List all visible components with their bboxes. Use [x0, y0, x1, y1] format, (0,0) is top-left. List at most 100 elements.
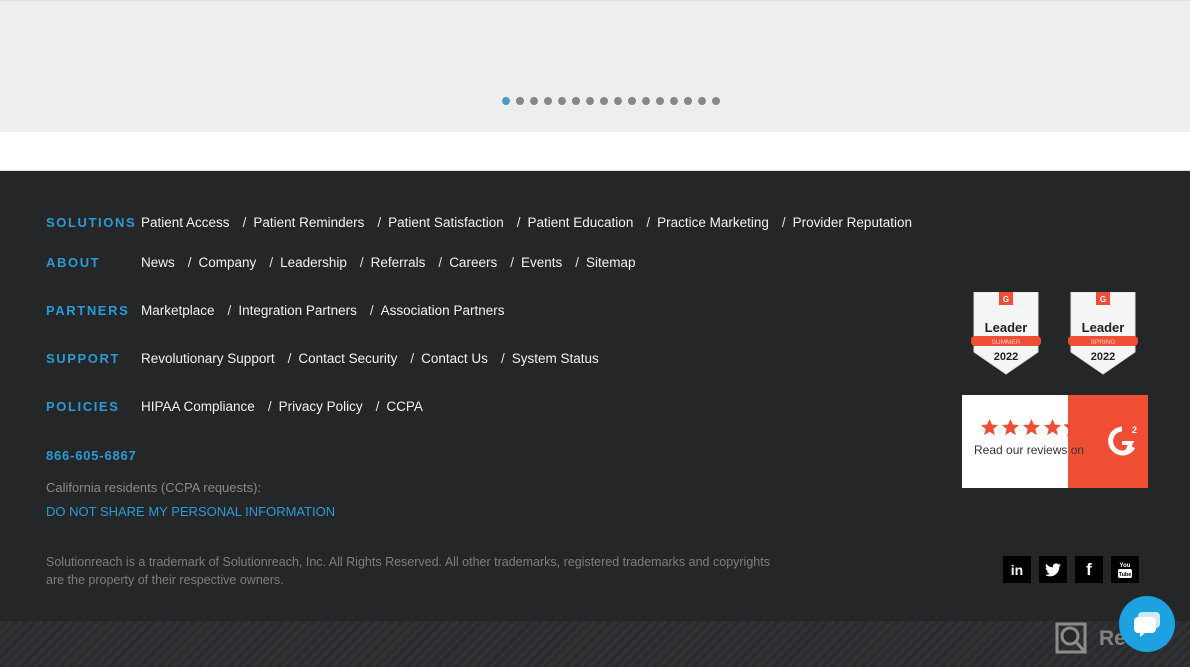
- separator: /: [369, 303, 374, 318]
- star-icon: [1001, 418, 1020, 436]
- separator: /: [242, 215, 247, 230]
- g2-logo-icon: 2: [1108, 425, 1137, 456]
- nav-links: HIPAA Compliance / Privacy Policy / CCPA: [141, 399, 423, 414]
- social-links: in f You Tube: [1003, 556, 1139, 583]
- separator: /: [500, 351, 505, 366]
- separator: /: [410, 351, 415, 366]
- phone-number[interactable]: 866-605-6867: [46, 448, 137, 463]
- legal-text: Solutionreach is a trademark of Solution…: [46, 555, 770, 587]
- badge-title: Leader: [1082, 320, 1125, 335]
- svg-text:G: G: [1100, 295, 1106, 304]
- separator: /: [287, 351, 292, 366]
- revain-logo-icon: [1055, 622, 1088, 655]
- separator: /: [646, 215, 651, 230]
- badge-season: SPRING: [1091, 339, 1116, 346]
- footer-link-events[interactable]: Events: [521, 255, 562, 270]
- nav-heading: ABOUT: [46, 255, 101, 270]
- footer-link-patient-access[interactable]: Patient Access: [141, 215, 230, 230]
- carousel-dot[interactable]: [530, 97, 538, 105]
- carousel-dot[interactable]: [642, 97, 650, 105]
- svg-text:Tube: Tube: [1119, 572, 1132, 578]
- carousel-dot[interactable]: [600, 97, 608, 105]
- linkedin-icon: in: [1010, 561, 1024, 578]
- footer-link-patient-reminders[interactable]: Patient Reminders: [253, 215, 364, 230]
- g2-badge-spring: G Leader SPRING 2022: [1068, 291, 1138, 376]
- separator: /: [438, 255, 443, 270]
- separator: /: [575, 255, 580, 270]
- nav-links: Patient Access / Patient Reminders / Patient…: [141, 215, 912, 230]
- carousel-dot[interactable]: [684, 97, 692, 105]
- svg-text:You: You: [1120, 563, 1131, 569]
- footer-link-patient-education[interactable]: Patient Education: [528, 215, 634, 230]
- carousel-dot[interactable]: [614, 97, 622, 105]
- badge-title: Leader: [985, 320, 1028, 335]
- star-icon: [1064, 418, 1083, 437]
- footer-link-referrals[interactable]: Referrals: [371, 255, 426, 270]
- separator: /: [377, 215, 382, 230]
- carousel-dot[interactable]: [572, 97, 580, 105]
- footer-link-contact-us[interactable]: Contact Us: [421, 351, 488, 366]
- nav-heading: PARTNERS: [46, 303, 130, 318]
- footer-link-patient-satisfaction[interactable]: Patient Satisfaction: [388, 215, 504, 230]
- footer-link-system-status[interactable]: System Status: [512, 351, 599, 366]
- spacer-strip: [0, 132, 1190, 171]
- carousel-dot[interactable]: [586, 97, 594, 105]
- nav-row-partners: PARTNERS Marketplace / Integration Partners…: [46, 303, 504, 318]
- footer-link-company[interactable]: Company: [199, 255, 257, 270]
- footer-link-sitemap[interactable]: Sitemap: [586, 255, 636, 270]
- badge-year: 2022: [994, 351, 1018, 363]
- badge-season: SUMMER: [992, 339, 1021, 346]
- nav-row-about: ABOUT News / Company / Leadership / Referrals / C…: [46, 255, 636, 270]
- svg-text:2: 2: [1132, 425, 1137, 435]
- nav-heading: SUPPORT: [46, 351, 121, 366]
- footer-link-leadership[interactable]: Leadership: [280, 255, 347, 270]
- star-rating: [980, 418, 1083, 437]
- separator: /: [516, 215, 521, 230]
- star-icon: [1022, 418, 1041, 436]
- youtube-icon: You Tube: [1118, 563, 1132, 578]
- carousel-dot[interactable]: [516, 97, 524, 105]
- carousel-dots: [502, 97, 720, 105]
- nav-row-support: SUPPORT Revolutionary Support / Contact Sec…: [46, 351, 599, 366]
- carousel-dot[interactable]: [558, 97, 566, 105]
- g2-reviews-banner[interactable]: Read our reviews on 2: [962, 395, 1148, 488]
- review-text: Read our reviews on: [974, 443, 1085, 457]
- chat-bubble-icon: [1134, 612, 1160, 637]
- nav-row-policies: POLICIES HIPAA Compliance / Privacy Policy /…: [46, 399, 423, 414]
- footer-link-association-partners[interactable]: Association Partners: [381, 303, 505, 318]
- linkedin-button[interactable]: in: [1003, 556, 1031, 583]
- facebook-button[interactable]: f: [1075, 556, 1103, 583]
- footer-link-hipaa-compliance[interactable]: HIPAA Compliance: [141, 399, 255, 414]
- footer-link-marketplace[interactable]: Marketplace: [141, 303, 215, 318]
- separator: /: [227, 303, 232, 318]
- separator: /: [267, 399, 272, 414]
- carousel-dot[interactable]: [712, 97, 720, 105]
- separator: /: [510, 255, 514, 270]
- carousel-dot[interactable]: [670, 97, 678, 105]
- carousel-dot[interactable]: [544, 97, 552, 105]
- footer-bottom-bar: [0, 621, 1190, 667]
- youtube-button[interactable]: You Tube: [1111, 556, 1139, 583]
- separator: /: [359, 255, 364, 270]
- footer-link-careers[interactable]: Careers: [449, 255, 497, 270]
- footer-link-ccpa[interactable]: CCPA: [386, 399, 423, 414]
- carousel-dot[interactable]: [628, 97, 636, 105]
- carousel-dot[interactable]: [698, 97, 706, 105]
- footer-link-provider-reputation[interactable]: Provider Reputation: [793, 215, 912, 230]
- footer-link-privacy-policy[interactable]: Privacy Policy: [279, 399, 363, 414]
- footer-link-news[interactable]: News: [141, 255, 175, 270]
- footer-link-revolutionary-support[interactable]: Revolutionary Support: [141, 351, 275, 366]
- nav-links: Marketplace / Integration Partners / Associa…: [141, 303, 504, 318]
- carousel-dot[interactable]: [502, 97, 510, 105]
- badge-shape: G Leader SUMMER 2022: [971, 291, 1041, 375]
- carousel-dot[interactable]: [656, 97, 664, 105]
- ccpa-label: California residents (CCPA requests):: [46, 480, 262, 495]
- nav-heading: SOLUTIONS: [46, 215, 137, 230]
- footer-link-practice-marketing[interactable]: Practice Marketing: [657, 215, 769, 230]
- separator: /: [781, 215, 786, 230]
- twitter-button[interactable]: [1039, 556, 1067, 583]
- chat-button[interactable]: [1119, 596, 1175, 652]
- footer-link-contact-security[interactable]: Contact Security: [298, 351, 397, 366]
- do-not-share-link[interactable]: DO NOT SHARE MY PERSONAL INFORMATION: [46, 504, 335, 519]
- footer-link-integration-partners[interactable]: Integration Partners: [238, 303, 357, 318]
